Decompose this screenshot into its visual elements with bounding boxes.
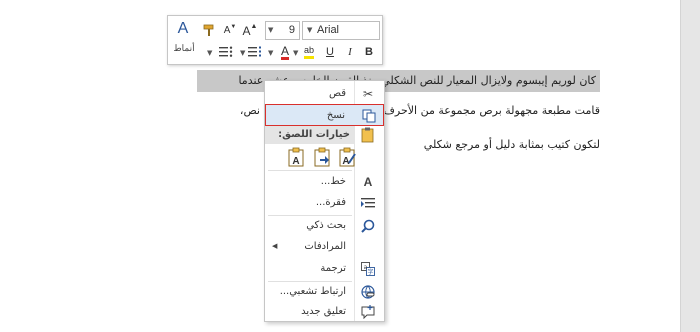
menu-item-label: خط... (320, 176, 346, 187)
bullets-dropdown-icon[interactable]: ▼ (207, 49, 212, 57)
menu-item-copy[interactable]: نسخ (265, 104, 384, 126)
scissors-icon: ✂ (362, 87, 374, 101)
smart-lookup-icon (360, 218, 376, 234)
menu-item-translate[interactable]: ترجمة a字 (265, 258, 384, 280)
menu-item-smart-lookup[interactable]: بحث ذكي (265, 215, 384, 237)
paste-text-only-button[interactable]: A (337, 146, 359, 168)
menu-item-cut[interactable]: قص ✂ (265, 83, 384, 105)
paste-icon (361, 127, 377, 143)
menu-item-label: المرادفات (304, 241, 346, 252)
paragraph-icon (360, 195, 376, 211)
svg-text:A: A (342, 156, 349, 167)
font-color-dropdown-icon[interactable]: ▼ (268, 49, 273, 57)
menu-item-label: بحث ذكي (306, 220, 346, 231)
font-size-value: 9 (288, 24, 295, 36)
menu-item-label: ارتباط تشعبي... (279, 286, 346, 297)
format-painter-icon (203, 24, 214, 36)
highlight-icon: ab (303, 45, 314, 59)
menu-item-label: ترجمة (320, 263, 346, 274)
menu-item-paragraph[interactable]: فقرة... (265, 192, 384, 214)
font-name-field[interactable]: Arial (302, 21, 380, 40)
translate-icon: a字 (360, 261, 376, 277)
grow-font-button[interactable]: A ▲ (240, 21, 260, 40)
bullets-button[interactable] (218, 43, 234, 61)
menu-item-link[interactable]: ارتباط تشعبي... (265, 281, 384, 303)
styles-button[interactable]: A (172, 18, 194, 40)
font-name-value: Arial (317, 24, 340, 36)
clipboard-merge-icon (314, 147, 330, 167)
paste-keep-source-formatting-button[interactable]: A (286, 146, 308, 168)
clipboard-text-only-icon: A (339, 147, 356, 167)
new-comment-icon (360, 304, 376, 320)
highlight-button[interactable]: ab (300, 43, 318, 61)
underline-button[interactable]: U (323, 43, 337, 61)
svg-text:字: 字 (367, 268, 373, 276)
font-size-dropdown-icon[interactable]: ▼ (268, 26, 273, 34)
font-color-icon: A (280, 43, 289, 60)
italic-button[interactable]: I (343, 43, 357, 61)
document-line-selected[interactable]: كان لوريم إيبسوم ولايزال المعيار للنص ال… (197, 70, 600, 92)
link-icon (360, 284, 376, 300)
vertical-scrollbar[interactable] (680, 0, 700, 332)
numbering-dropdown-icon[interactable]: ▼ (240, 49, 245, 57)
format-painter-button[interactable] (199, 21, 219, 40)
grow-font-icon: A (242, 23, 251, 38)
menu-item-synonyms[interactable]: المرادفات (265, 236, 384, 258)
menu-item-font[interactable]: خط... A (265, 171, 384, 193)
clipboard-keep-format-icon: A (288, 147, 304, 167)
highlight-dropdown-icon[interactable]: ▼ (293, 49, 298, 57)
document-line[interactable]: لتكون كتيب بمثابة دليل أو مرجع شكلي (424, 138, 600, 151)
paste-merge-formatting-button[interactable] (312, 146, 334, 168)
bold-button[interactable]: B (362, 43, 376, 61)
styles-icon: A (177, 20, 189, 37)
svg-text:A: A (292, 156, 299, 167)
styles-label: أنماط (173, 42, 195, 53)
shrink-font-button[interactable]: A ▼ (220, 21, 240, 40)
font-icon: A (363, 175, 373, 189)
shrink-arrow-icon: ▼ (230, 23, 237, 30)
paste-options-header: خيارات اللصق: (265, 126, 354, 144)
grow-arrow-icon: ▲ (250, 23, 258, 30)
submenu-arrow-icon: ◀ (272, 242, 278, 250)
font-name-dropdown-icon[interactable]: ▼ (307, 26, 312, 34)
numbering-icon (248, 46, 261, 57)
menu-item-new-comment[interactable]: تعليق جديد (265, 301, 384, 323)
bullets-icon (219, 46, 233, 57)
font-color-button[interactable]: A (277, 43, 293, 61)
paste-options-label: خيارات اللصق: (278, 129, 350, 140)
menu-item-label: نسخ (326, 110, 345, 121)
numbering-button[interactable] (247, 43, 263, 61)
menu-item-label: قص (328, 88, 346, 99)
shrink-font-icon: A (223, 25, 231, 36)
copy-icon (361, 108, 377, 124)
menu-item-label: فقرة... (315, 197, 346, 208)
menu-item-label: تعليق جديد (301, 306, 346, 317)
